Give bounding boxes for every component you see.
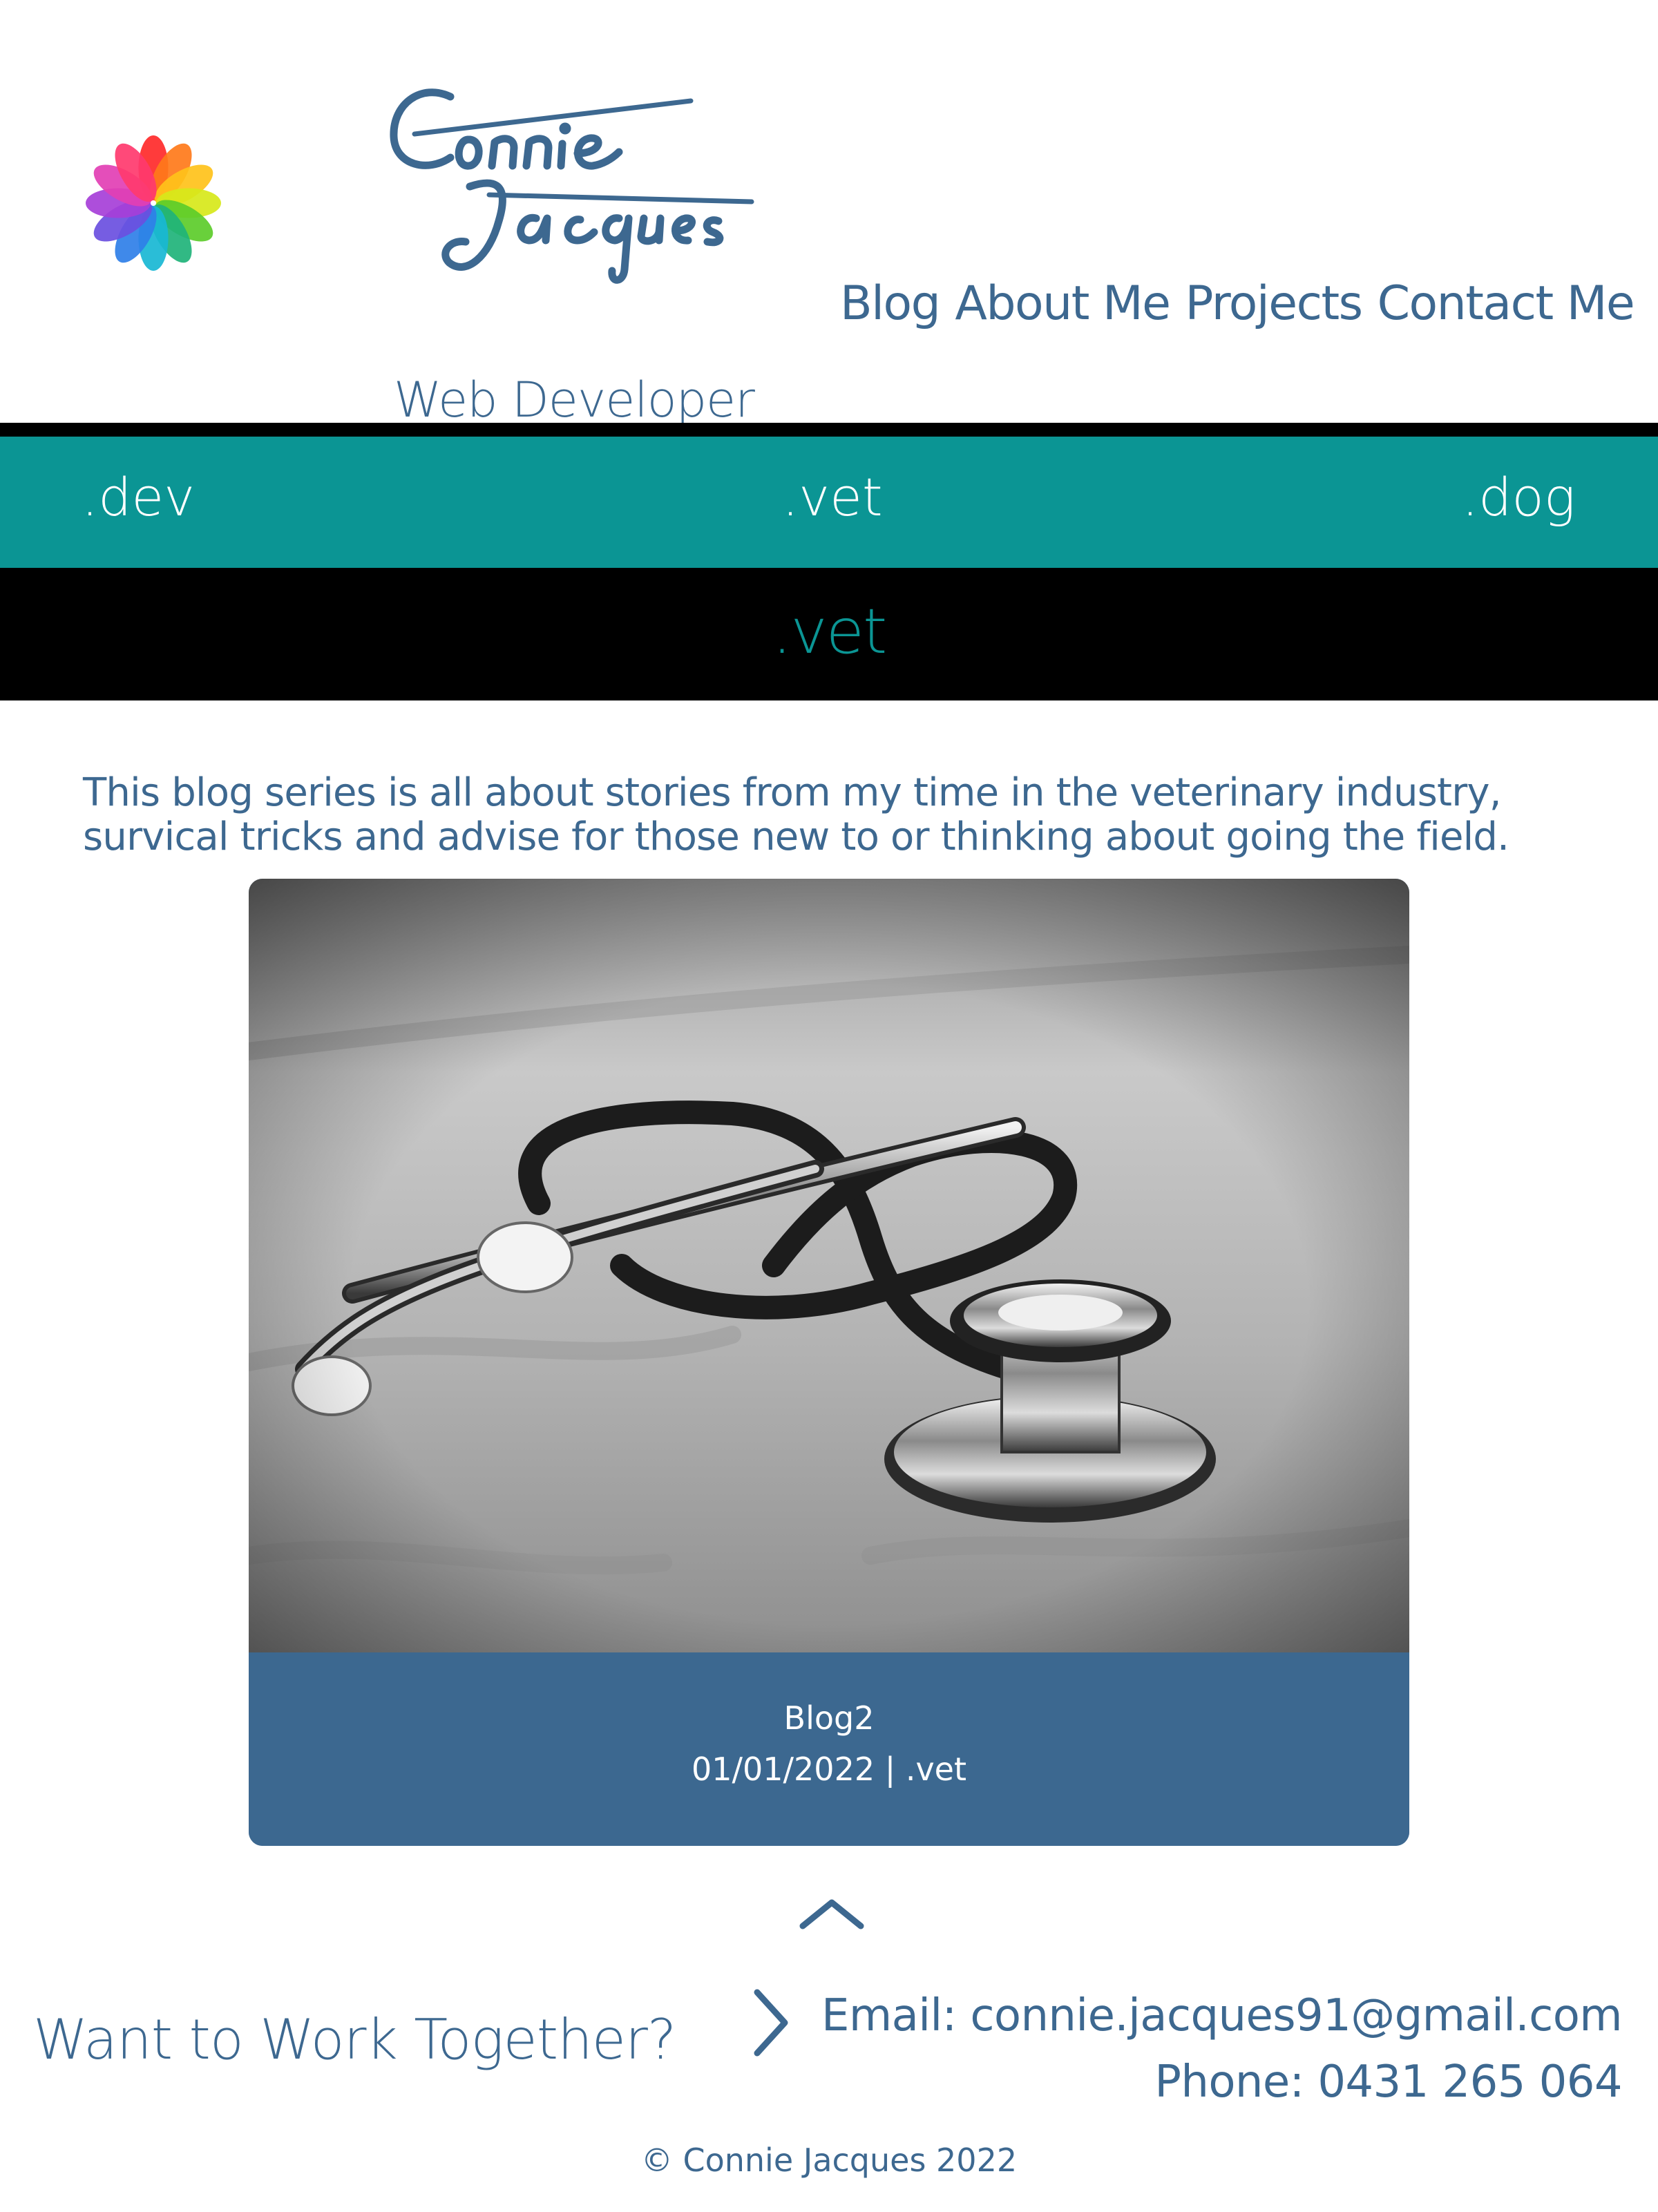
blog-card[interactable]: Blog2 01/01/2022 | .vet bbox=[249, 879, 1409, 1846]
active-category-banner: .vet bbox=[0, 568, 1658, 700]
contact-info: Email: connie.jacques91@gmail.com Phone:… bbox=[821, 1983, 1623, 2115]
page: Web Developer Blog About Me Projects Con… bbox=[0, 0, 1658, 2212]
active-category-title: .vet bbox=[772, 595, 888, 668]
category-bar: .dev .vet .dog bbox=[0, 437, 1658, 568]
category-dog-link[interactable]: .dog bbox=[1462, 471, 1576, 524]
flower-logo-icon[interactable] bbox=[86, 135, 221, 271]
copyright: © Connie Jacques 2022 bbox=[640, 2142, 1018, 2179]
work-together-cta[interactable]: Want to Work Together? bbox=[33, 2008, 676, 2072]
chevron-right-icon[interactable] bbox=[750, 1987, 792, 2059]
series-intro: This blog series is all about stories fr… bbox=[83, 770, 1509, 859]
brand-script-logo bbox=[390, 88, 754, 284]
blog-card-caption: Blog2 01/01/2022 | .vet bbox=[249, 1652, 1409, 1846]
category-dev-link[interactable]: .dev bbox=[82, 471, 195, 524]
nav-about-me[interactable]: About Me bbox=[955, 276, 1171, 332]
header-divider bbox=[0, 423, 1658, 437]
phone-link[interactable]: Phone: 0431 265 064 bbox=[1154, 2057, 1622, 2108]
blog-card-meta: 01/01/2022 | .vet bbox=[691, 1751, 967, 1788]
stethoscope-photo[interactable] bbox=[249, 879, 1409, 1652]
nav-blog[interactable]: Blog bbox=[840, 276, 941, 332]
nav-projects[interactable]: Projects bbox=[1185, 276, 1363, 332]
nav-contact-me[interactable]: Contact Me bbox=[1378, 276, 1635, 332]
main-nav: Blog About Me Projects Contact Me bbox=[840, 276, 1635, 332]
brand-subtitle: Web Developer bbox=[394, 372, 755, 428]
email-link[interactable]: Email: connie.jacques91@gmail.com bbox=[821, 1990, 1623, 2041]
chevron-up-icon[interactable] bbox=[799, 1896, 865, 1930]
brand[interactable]: Web Developer bbox=[373, 76, 760, 428]
category-vet-link[interactable]: .vet bbox=[782, 471, 883, 524]
blog-card-title[interactable]: Blog2 bbox=[249, 1702, 1409, 1734]
